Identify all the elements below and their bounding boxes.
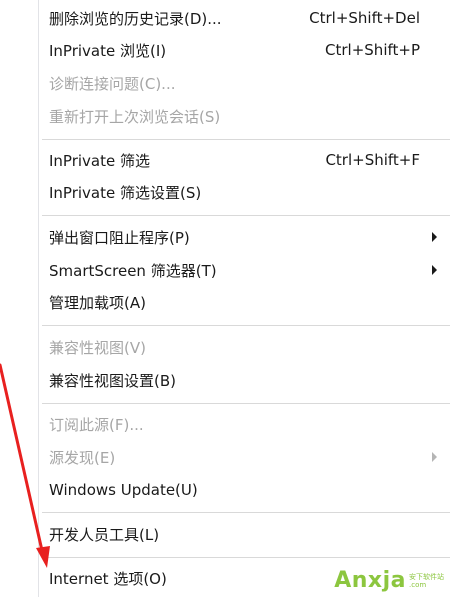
menu-item-inprivate-browsing[interactable]: InPrivate 浏览(I) Ctrl+Shift+P xyxy=(40,34,450,66)
menu-item-reopen-last-session: 重新打开上次浏览会话(S) xyxy=(40,100,450,132)
menu-separator xyxy=(42,325,450,326)
menu-item-compatibility-view-settings[interactable]: 兼容性视图设置(B) xyxy=(40,364,450,396)
menu-item-shortcut: Ctrl+Shift+Del xyxy=(309,9,420,27)
submenu-arrow-icon xyxy=(432,232,437,242)
menu-separator xyxy=(42,557,450,558)
menu-item-diagnose-connection: 诊断连接问题(C)... xyxy=(40,67,450,99)
menu-item-label: 删除浏览的历史记录(D)... xyxy=(49,9,222,28)
menu-item-manage-addons[interactable]: 管理加载项(A) xyxy=(40,286,450,318)
watermark-subtext-bottom: .com xyxy=(409,580,427,589)
menu-item-windows-update[interactable]: Windows Update(U) xyxy=(40,474,450,506)
menu-separator xyxy=(42,215,450,216)
menu-item-smartscreen-filter[interactable]: SmartScreen 筛选器(T) xyxy=(40,254,450,286)
menu-separator xyxy=(42,512,450,513)
menu-item-delete-browsing-history[interactable]: 删除浏览的历史记录(D)... Ctrl+Shift+Del xyxy=(40,2,450,34)
menu-item-label: SmartScreen 筛选器(T) xyxy=(49,261,217,280)
watermark-subtext: 安下软件站 .com xyxy=(409,573,444,589)
watermark-logo: Anxja 安下软件站 .com xyxy=(334,568,444,593)
menu-item-developer-tools[interactable]: 开发人员工具(L) xyxy=(40,518,450,550)
menu-item-subscribe-feed: 订阅此源(F)... xyxy=(40,408,450,440)
menu-item-label: 兼容性视图设置(B) xyxy=(49,371,176,390)
menu-item-inprivate-filtering[interactable]: InPrivate 筛选 Ctrl+Shift+F xyxy=(40,144,450,176)
watermark-logo-text: Anxja xyxy=(334,568,406,593)
menu-item-label: InPrivate 筛选 xyxy=(49,151,150,170)
menu-item-shortcut: Ctrl+Shift+P xyxy=(325,41,420,59)
menu-item-label: 开发人员工具(L) xyxy=(49,525,160,544)
menu-item-label: 源发现(E) xyxy=(49,448,116,467)
menu-item-shortcut: Ctrl+Shift+F xyxy=(325,151,420,169)
menu-item-label: Windows Update(U) xyxy=(49,481,198,499)
menu-item-inprivate-filtering-settings[interactable]: InPrivate 筛选设置(S) xyxy=(40,176,450,208)
menu-item-label: 重新打开上次浏览会话(S) xyxy=(49,107,221,126)
submenu-arrow-icon xyxy=(432,265,437,275)
tools-context-menu: 删除浏览的历史记录(D)... Ctrl+Shift+Del InPrivate… xyxy=(0,0,450,597)
menu-item-label: InPrivate 浏览(I) xyxy=(49,41,167,60)
submenu-arrow-icon xyxy=(432,452,437,462)
menu-item-label: 诊断连接问题(C)... xyxy=(49,74,176,93)
menu-separator xyxy=(42,403,450,404)
menu-item-label: InPrivate 筛选设置(S) xyxy=(49,183,202,202)
menu-separator xyxy=(42,139,450,140)
menu-item-feed-discovery: 源发现(E) xyxy=(40,441,450,473)
menu-item-compatibility-view: 兼容性视图(V) xyxy=(40,331,450,363)
menu-gutter-divider xyxy=(38,0,39,597)
menu-item-label: 管理加载项(A) xyxy=(49,293,146,312)
menu-icon-gutter xyxy=(0,0,36,597)
menu-item-label: 订阅此源(F)... xyxy=(49,415,144,434)
watermark-subtext-top: 安下软件站 xyxy=(409,572,444,581)
menu-item-popup-blocker[interactable]: 弹出窗口阻止程序(P) xyxy=(40,221,450,253)
menu-item-label: 兼容性视图(V) xyxy=(49,338,146,357)
menu-item-label: 弹出窗口阻止程序(P) xyxy=(49,228,190,247)
